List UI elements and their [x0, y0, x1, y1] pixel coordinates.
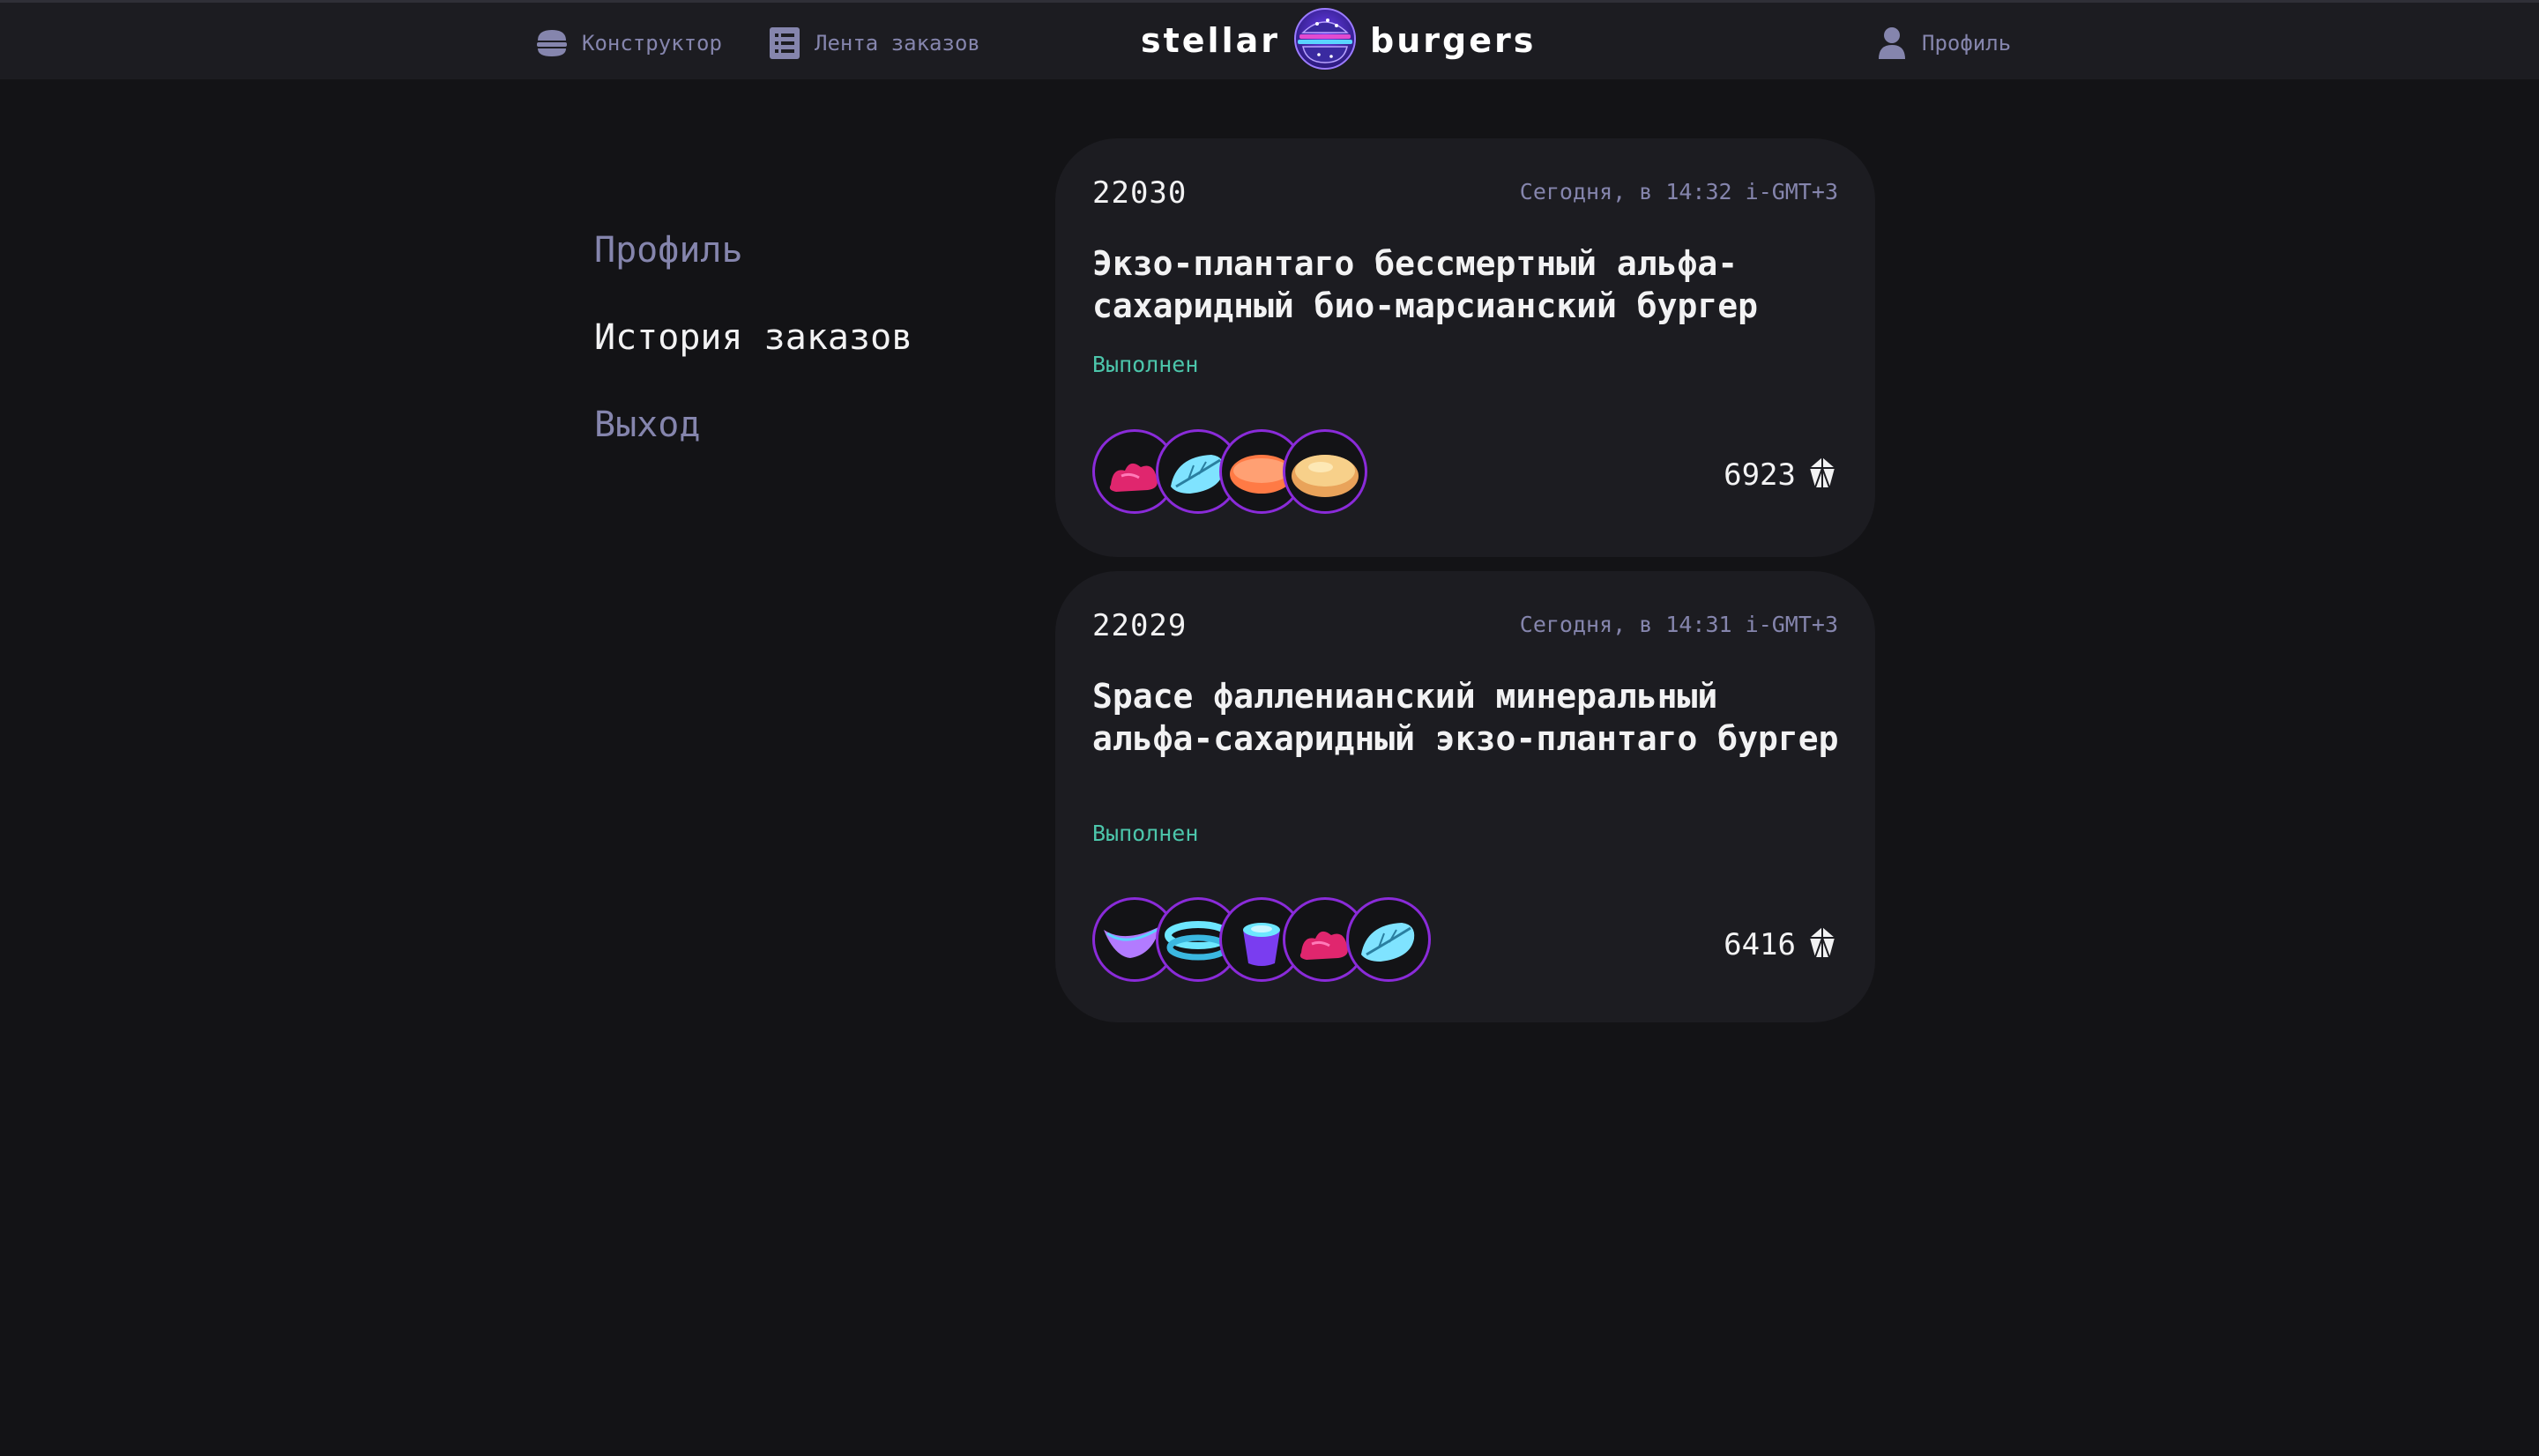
order-status: Выполнен [1092, 821, 1199, 846]
currency-icon [1805, 456, 1840, 491]
order-name: Space фалленианский минеральный альфа-са… [1092, 677, 1839, 758]
order-number: 22029 [1092, 608, 1188, 643]
nav-constructor-link[interactable]: Конструктор [534, 24, 722, 63]
order-price: 6923 [1724, 457, 1796, 493]
nav-profile-label: Профиль [1922, 31, 2012, 56]
currency-icon [1805, 925, 1840, 961]
logo-left-word: stellar [1141, 21, 1280, 60]
order-name: Экзо-плантаго бессмертный альфа-сахаридн… [1092, 244, 1758, 325]
order-price: 6416 [1724, 927, 1796, 962]
order-status: Выполнен [1092, 352, 1199, 377]
order-history-list: 22030 Сегодня, в 14:32 i-GMT+3 Экзо-план… [1055, 138, 1875, 1036]
logo-right-word: burgers [1370, 21, 1537, 60]
nav-constructor-label: Конструктор [582, 31, 722, 56]
nav-feed-label: Лента заказов [815, 31, 980, 56]
sidebar-item-order-history[interactable]: История заказов [594, 309, 964, 397]
list-icon [767, 26, 802, 61]
user-icon [1874, 26, 1910, 61]
bun-icon [1283, 429, 1367, 514]
burger-icon [534, 26, 570, 61]
planet-burger-icon [1292, 6, 1358, 75]
profile-sidebar: Профиль История заказов Выход [594, 222, 964, 484]
order-date: Сегодня, в 14:32 i-GMT+3 [1519, 179, 1838, 204]
nav-feed-link[interactable]: Лента заказов [767, 24, 980, 63]
order-number: 22030 [1092, 175, 1188, 211]
app-header: Конструктор Лента заказов stellar burger… [0, 0, 2539, 79]
sidebar-item-profile[interactable]: Профиль [594, 222, 964, 309]
nav-profile-link[interactable]: Профиль [1874, 24, 2011, 63]
leaf-icon [1346, 897, 1431, 982]
stellar-burgers-logo[interactable]: stellar burgers [1141, 8, 1536, 73]
order-date: Сегодня, в 14:31 i-GMT+3 [1519, 612, 1838, 637]
sidebar-item-logout[interactable]: Выход [594, 397, 964, 484]
order-card[interactable]: 22030 Сегодня, в 14:32 i-GMT+3 Экзо-план… [1055, 138, 1875, 557]
order-card[interactable]: 22029 Сегодня, в 14:31 i-GMT+3 Space фал… [1055, 571, 1875, 1022]
